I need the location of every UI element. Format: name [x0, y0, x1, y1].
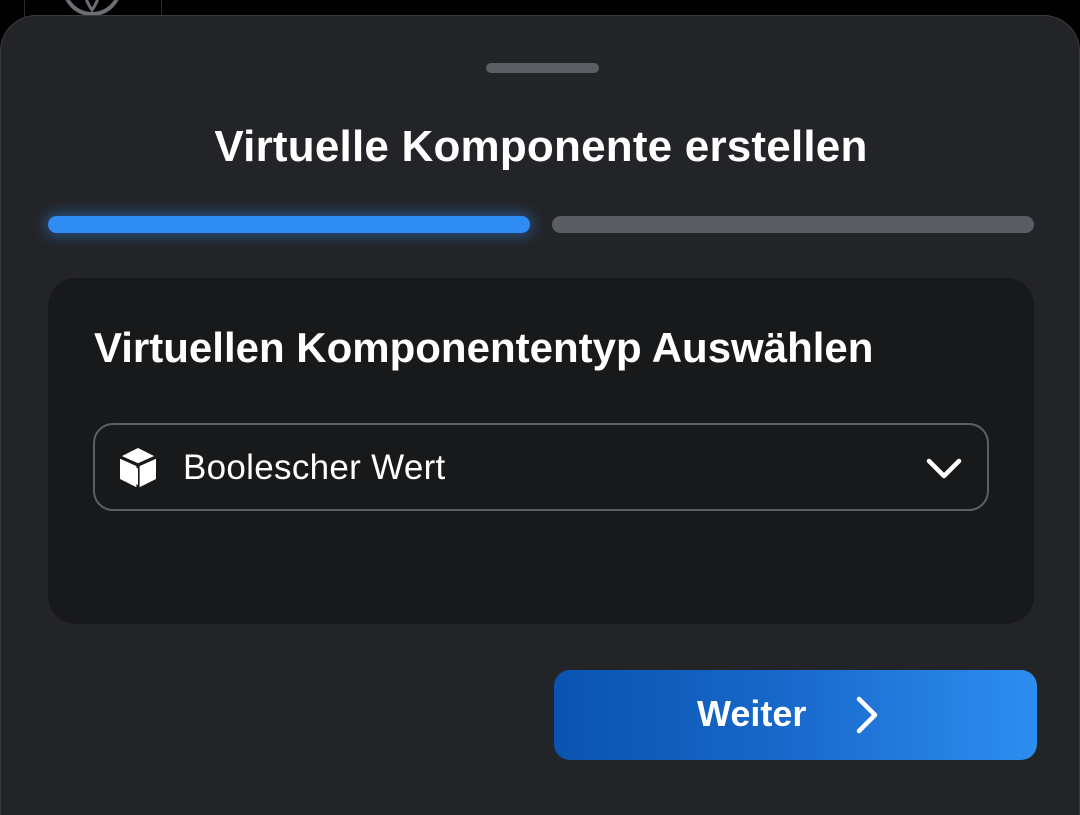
sheet-drag-handle[interactable]	[486, 63, 599, 73]
progress-step-1	[48, 216, 530, 233]
bottom-sheet-dialog: Virtuelle Komponente erstellen Virtuelle…	[0, 15, 1080, 815]
chevron-down-icon	[926, 458, 962, 479]
background-logo-icon	[65, 0, 119, 16]
cube-icon	[119, 448, 157, 488]
card-heading: Virtuellen Komponententyp Auswählen	[94, 324, 874, 371]
dialog-title: Virtuelle Komponente erstellen	[214, 122, 868, 171]
next-button[interactable]: Weiter	[554, 670, 1037, 760]
component-type-select[interactable]: Boolescher Wert	[93, 423, 989, 511]
component-type-card: Virtuellen Komponententyp Auswählen Bool…	[48, 278, 1034, 624]
next-button-label: Weiter	[697, 693, 807, 734]
progress-step-2	[552, 216, 1034, 233]
select-value: Boolescher Wert	[183, 448, 446, 487]
chevron-right-icon	[856, 696, 878, 734]
